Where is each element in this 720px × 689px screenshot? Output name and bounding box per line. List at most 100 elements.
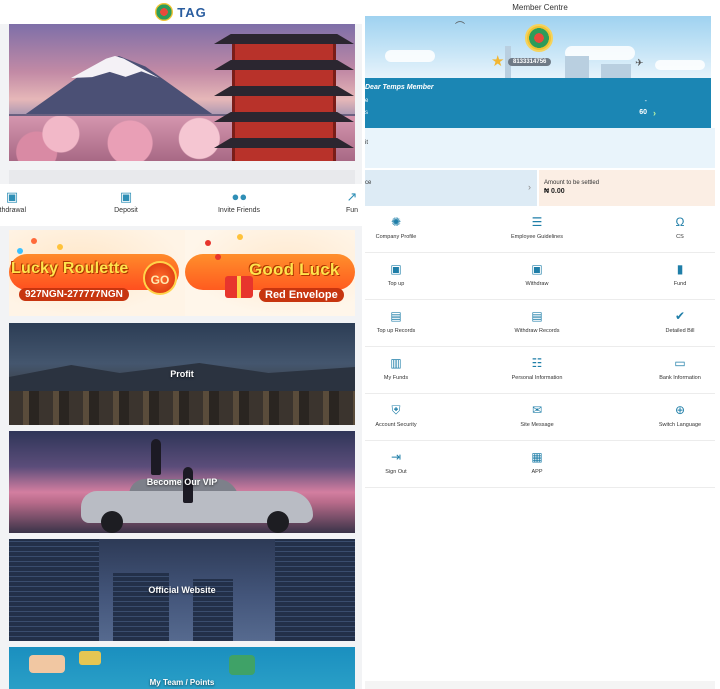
plane-icon: ✈ xyxy=(635,58,644,69)
menu-label: My Funds xyxy=(383,375,409,381)
chevron-right-icon[interactable]: › xyxy=(653,108,656,118)
fund-doc-icon: ▥ xyxy=(390,356,402,370)
summary-row2-value: 60 xyxy=(639,109,647,116)
menu-label: APP xyxy=(531,469,543,475)
menu-cs[interactable]: Ω CS xyxy=(635,206,720,253)
headset-icon: Ω xyxy=(675,215,685,229)
document-icon: ☰ xyxy=(531,215,543,229)
menu-label: Employee Guidelines xyxy=(511,234,563,240)
menu-label: Withdraw Records xyxy=(514,328,560,334)
card-icon: ▭ xyxy=(674,356,686,370)
grid-icon: ▦ xyxy=(531,450,543,464)
promo-banner[interactable]: Lucky Roulette 927NGN-277777NGN GO Good … xyxy=(9,230,355,316)
shield-icon: ⛨ xyxy=(391,403,401,417)
greeting: Dear Temps Member xyxy=(365,84,434,91)
menu-label: Company Profile xyxy=(375,234,417,240)
roulette-title: Lucky Roulette xyxy=(11,260,129,277)
settle-card-label: Amount to be settled xyxy=(544,180,600,186)
envelope-sub: Red Envelope xyxy=(259,288,344,302)
wallet-icon: ▣ xyxy=(390,262,402,276)
quick-actions: ▣ ithdrawal ▣ Deposit ●● Invite Friends … xyxy=(0,184,362,226)
quick-deposit[interactable]: ▣ Deposit xyxy=(106,190,146,214)
menu-top-up-records[interactable]: ▤ Top up Records xyxy=(365,300,427,347)
member-id: 8133314756 xyxy=(508,58,552,66)
member-banner: ⌒ ✈ ★ 8133314756 xyxy=(365,16,711,78)
balance-card[interactable]: ce › xyxy=(365,170,537,206)
star-icon: ★ xyxy=(491,53,505,70)
menu-withdraw-records[interactable]: ▤ Withdraw Records xyxy=(486,300,588,347)
profit-tile[interactable]: Profit xyxy=(9,323,355,425)
wallet-icon: ▣ xyxy=(5,189,19,204)
menu-bank-information[interactable]: ▭ Bank Information xyxy=(635,347,720,394)
lucky-roulette-promo[interactable]: Lucky Roulette 927NGN-277777NGN GO xyxy=(9,230,185,316)
clipboard-icon: ▤ xyxy=(531,309,543,323)
quick-fund[interactable]: ↗ Fun xyxy=(338,190,362,214)
person-card-icon: ☷ xyxy=(531,356,543,370)
menu-employee-guidelines[interactable]: ☰ Employee Guidelines xyxy=(486,206,588,253)
menu-row: ▣ Top up ▣ Withdraw ▮ Fund xyxy=(365,253,715,300)
menu-label: Top up xyxy=(387,281,405,287)
quick-deposit-label: Deposit xyxy=(114,207,138,214)
menu-label: Fund xyxy=(673,281,687,287)
menu-top-up[interactable]: ▣ Top up xyxy=(365,253,427,300)
menu-row: ▥ My Funds ☷ Personal Information ▭ Bank… xyxy=(365,347,715,394)
menu-site-message[interactable]: ✉ Site Message xyxy=(486,394,588,441)
menu-withdraw[interactable]: ▣ Withdraw xyxy=(486,253,588,300)
go-button[interactable]: GO xyxy=(143,261,177,295)
balance-card-label: ce xyxy=(365,180,372,186)
official-website-tile[interactable]: Official Website xyxy=(9,539,355,641)
menu-sign-out[interactable]: ⇥ Sign Out xyxy=(365,441,427,488)
settle-card[interactable]: Amount to be settled ₦ 0.00 xyxy=(539,170,715,206)
menu-label: Sign Out xyxy=(385,469,407,475)
home-screen: TAG ▣ ithdrawal ▣ Deposit ●● Invite Frie… xyxy=(0,0,362,689)
quick-withdrawal[interactable]: ▣ ithdrawal xyxy=(0,190,30,214)
menu-label: Personal Information xyxy=(511,375,563,381)
page-title: Member Centre xyxy=(365,0,715,16)
menu-company-profile[interactable]: ✺ Company Profile xyxy=(365,206,427,253)
bird-icon: ⌒ xyxy=(455,22,465,33)
settle-card-value: ₦ 0.00 xyxy=(544,188,565,195)
globe-icon: ⊕ xyxy=(674,403,686,417)
chart-icon: ↗ xyxy=(346,189,358,204)
app-header: TAG xyxy=(0,0,362,24)
credit-strip-label: it xyxy=(365,140,368,146)
red-envelope-promo[interactable]: Good Luck Red Envelope xyxy=(185,230,355,316)
menu-personal-information[interactable]: ☷ Personal Information xyxy=(486,347,588,394)
app-logo-text: TAG xyxy=(177,4,207,20)
wallet-icon: ▣ xyxy=(531,262,543,276)
menu-account-security[interactable]: ⛨ Account Security xyxy=(365,394,427,441)
menu-row: ▤ Top up Records ▤ Withdraw Records ✔ De… xyxy=(365,300,715,347)
quick-invite-friends[interactable]: ●● Invite Friends xyxy=(214,190,264,214)
menu-detailed-bill[interactable]: ✔ Detailed Bill xyxy=(635,300,720,347)
menu-grid: ✺ Company Profile ☰ Employee Guidelines … xyxy=(365,206,715,488)
team-tile-label: My Team / Points xyxy=(149,678,215,687)
menu-label: Site Message xyxy=(520,422,554,428)
team-tile[interactable]: My Team / Points xyxy=(9,647,355,689)
menu-app[interactable]: ▦ APP xyxy=(486,441,588,488)
profit-tile-label: Profit xyxy=(170,369,194,379)
menu-my-funds[interactable]: ▥ My Funds xyxy=(365,347,427,394)
menu-label: Top up Records xyxy=(376,328,416,334)
clipboard-icon: ▤ xyxy=(390,309,402,323)
menu-label: Account Security xyxy=(375,422,417,428)
vip-tile-label: Become Our VIP xyxy=(146,477,218,487)
sign-out-icon: ⇥ xyxy=(390,450,402,464)
menu-label: CS xyxy=(676,234,684,240)
hero-banner[interactable] xyxy=(9,24,355,161)
member-centre-screen: Member Centre ⌒ ✈ ★ 8133314756 Dear Temp… xyxy=(365,0,720,689)
pagoda-illustration xyxy=(214,26,354,161)
menu-fund[interactable]: ▮ Fund xyxy=(635,253,720,300)
chevron-right-icon: › xyxy=(528,182,531,192)
gear-icon: ✺ xyxy=(390,215,402,229)
menu-label: Bank Information xyxy=(659,375,701,381)
quick-withdrawal-label: ithdrawal xyxy=(0,207,26,214)
roulette-sub: 927NGN-277777NGN xyxy=(19,288,129,301)
menu-label: Withdraw xyxy=(525,281,549,287)
envelope-title: Good Luck xyxy=(249,260,340,279)
vip-tile[interactable]: Become Our VIP xyxy=(9,431,355,533)
quick-fund-label: Fun xyxy=(345,207,359,214)
avatar[interactable] xyxy=(525,24,553,52)
menu-switch-language[interactable]: ⊕ Switch Language xyxy=(635,394,720,441)
summary-row2-label: s xyxy=(365,110,368,116)
credit-strip[interactable]: it xyxy=(365,128,715,168)
